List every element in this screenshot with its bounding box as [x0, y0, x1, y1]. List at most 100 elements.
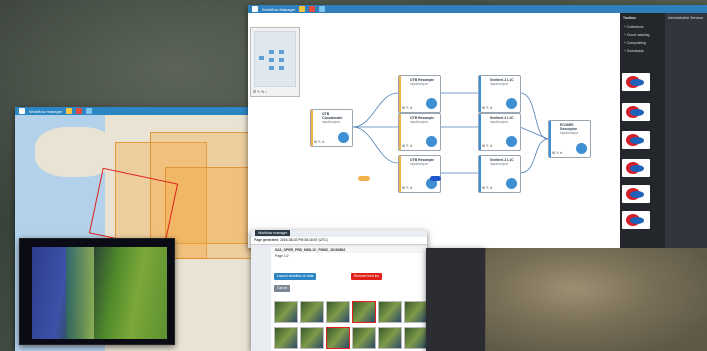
- node-title: EO4SEE Descriptor: [560, 123, 577, 131]
- satellite-footprint: [165, 167, 252, 259]
- workflow-node[interactable]: OTB Resample input/output ⚙ ✎ ✕: [398, 113, 441, 151]
- minimap-node: [259, 56, 264, 60]
- chart-icon[interactable]: [319, 6, 326, 12]
- edge: [519, 126, 549, 140]
- node-subtitle: input/output: [490, 82, 508, 86]
- map-window-title: Workflow manager: [29, 108, 63, 114]
- node-subtitle: input/output: [410, 162, 428, 166]
- thumbnail[interactable]: [300, 327, 324, 349]
- side-panel-window: [426, 248, 485, 351]
- layers-icon[interactable]: [309, 6, 316, 12]
- menu-icon[interactable]: [19, 108, 25, 114]
- dialog-tab[interactable]: Workflow manager: [255, 230, 291, 236]
- node-status-circle: [338, 132, 349, 143]
- admin-heading: Administrative Services: [668, 16, 704, 20]
- thumbnail[interactable]: [378, 327, 402, 349]
- node-status-circle: [426, 136, 437, 147]
- minimap-node: [269, 58, 274, 62]
- logo-tile: [622, 159, 650, 177]
- minimap-node: [279, 58, 284, 62]
- node-tools[interactable]: ⚙ ✎ ✕: [402, 144, 413, 148]
- logo-tile: [622, 73, 650, 91]
- logo-tile: [622, 185, 650, 203]
- workflow-node[interactable]: Sentinel-2 L1C input/output ⚙ ✎ ✕: [478, 113, 521, 151]
- node-tools[interactable]: ⚙ ✎ ✕: [482, 144, 493, 148]
- launch-workflow-button[interactable]: Launch workflow on data: [274, 273, 317, 280]
- toolbox-item[interactable]: + Compositing: [620, 39, 665, 47]
- edge: [352, 126, 399, 164]
- dialog-status: Page generated: 2016-08-02 PM 05:18:57 (…: [251, 237, 427, 245]
- satellite-image-coast: [66, 247, 94, 339]
- workflow-node[interactable]: EO4SEE Descriptor input/output ⚙ ✎ ✕: [548, 120, 591, 158]
- edge: [519, 138, 549, 174]
- node-stripe: [549, 121, 551, 157]
- node-stripe: [479, 114, 481, 150]
- workflow-node[interactable]: Sentinel-2 L1C input/output ⚙ ✎ ✕: [478, 155, 521, 193]
- remove-button[interactable]: Remove from list: [351, 273, 382, 280]
- toolbox-item[interactable]: + Downloads: [620, 47, 665, 55]
- page-label[interactable]: Page 1/2: [271, 253, 427, 259]
- dialog-body: S2A_OPER_PRD_MSIL1C_PDMC_20160802 Page 1…: [271, 247, 427, 351]
- thumbnail[interactable]: [352, 327, 376, 349]
- node-tools[interactable]: ⚙ ✎ ✕: [552, 151, 563, 155]
- satellite-image: [32, 247, 167, 339]
- workflow-sidebar: Toolbox + Collections + Cloud masking + …: [620, 13, 707, 248]
- node-tools[interactable]: ⚙ ✎ ✕: [482, 186, 493, 190]
- cancel-button[interactable]: Cancel: [274, 285, 291, 292]
- workflow-minimap[interactable]: ☰ ✎ ⟲ ⌕: [250, 27, 300, 97]
- node-status-circle: [576, 143, 587, 154]
- thumbnail[interactable]: [404, 301, 427, 323]
- edge: [519, 92, 549, 140]
- globe-icon[interactable]: [66, 108, 73, 114]
- node-subtitle: input/output: [410, 120, 428, 124]
- node-subtitle: input/output: [560, 131, 578, 135]
- minimap-node: [279, 50, 284, 54]
- menu-icon[interactable]: [252, 6, 258, 12]
- workflow-node[interactable]: OTB Concatenate input/output ⚙ ✎ ✕: [310, 109, 353, 147]
- logo-tile: [622, 211, 650, 229]
- dataset-dialog-window: Workflow manager Page generated: 2016-08…: [251, 230, 427, 351]
- edge: [352, 92, 399, 128]
- chart-icon[interactable]: [86, 108, 93, 114]
- thumbnail[interactable]: [352, 301, 376, 323]
- thumbnail[interactable]: [326, 301, 350, 323]
- node-status-circle: [506, 136, 517, 147]
- map-window-toolbar: Workflow manager: [15, 107, 253, 115]
- thumbnail[interactable]: [326, 327, 350, 349]
- node-stripe: [311, 110, 313, 146]
- node-tools[interactable]: ⚙ ✎ ✕: [314, 140, 325, 144]
- toolbox-item[interactable]: + Collections: [620, 23, 665, 31]
- minimap-tools[interactable]: ☰ ✎ ⟲ ⌕: [253, 90, 267, 94]
- node-subtitle: input/output: [410, 82, 428, 86]
- node-subtitle: input/output: [490, 162, 508, 166]
- workflow-node[interactable]: OTB Resample input/output ⚙ ✎ ✕: [398, 75, 441, 113]
- node-tools[interactable]: ⚙ ✎ ✕: [482, 106, 493, 110]
- toolbox-item[interactable]: + Cloud masking: [620, 31, 665, 39]
- logo-tile: [622, 103, 650, 121]
- node-status-circle: [426, 98, 437, 109]
- thumbnail[interactable]: [300, 301, 324, 323]
- node-stripe: [399, 76, 401, 112]
- toolbox-heading: Toolbox: [623, 16, 636, 20]
- layers-icon[interactable]: [76, 108, 83, 114]
- thumbnail[interactable]: [378, 301, 402, 323]
- thumbnail-grid: [274, 301, 427, 349]
- thumbnail[interactable]: [274, 301, 298, 323]
- thumbnail[interactable]: [404, 327, 427, 349]
- node-subtitle: input/output: [490, 120, 508, 124]
- node-subtitle: input/output: [322, 120, 340, 124]
- node-tools[interactable]: ⚙ ✎ ✕: [402, 106, 413, 110]
- workflow-toolbar: Workflow Manager: [248, 5, 707, 13]
- edge-badge: [358, 176, 370, 181]
- workflow-node[interactable]: Sentinel-2 L1C input/output ⚙ ✎ ✕: [478, 75, 521, 113]
- thumbnail[interactable]: [274, 327, 298, 349]
- workflow-canvas[interactable]: ☰ ✎ ⟲ ⌕ OTB Concatenate input/output ⚙ ✎…: [248, 13, 620, 248]
- node-tools[interactable]: ⚙ ✎ ✕: [402, 186, 413, 190]
- minimap-node: [279, 66, 284, 70]
- node-status-circle: [506, 98, 517, 109]
- workflow-node[interactable]: OTB Resample input/output ⚙ ✎ ✕: [398, 155, 441, 193]
- minimap-node: [269, 50, 274, 54]
- logo-tile: [622, 131, 650, 149]
- aerial-image-window: [486, 248, 707, 351]
- globe-icon[interactable]: [299, 6, 306, 12]
